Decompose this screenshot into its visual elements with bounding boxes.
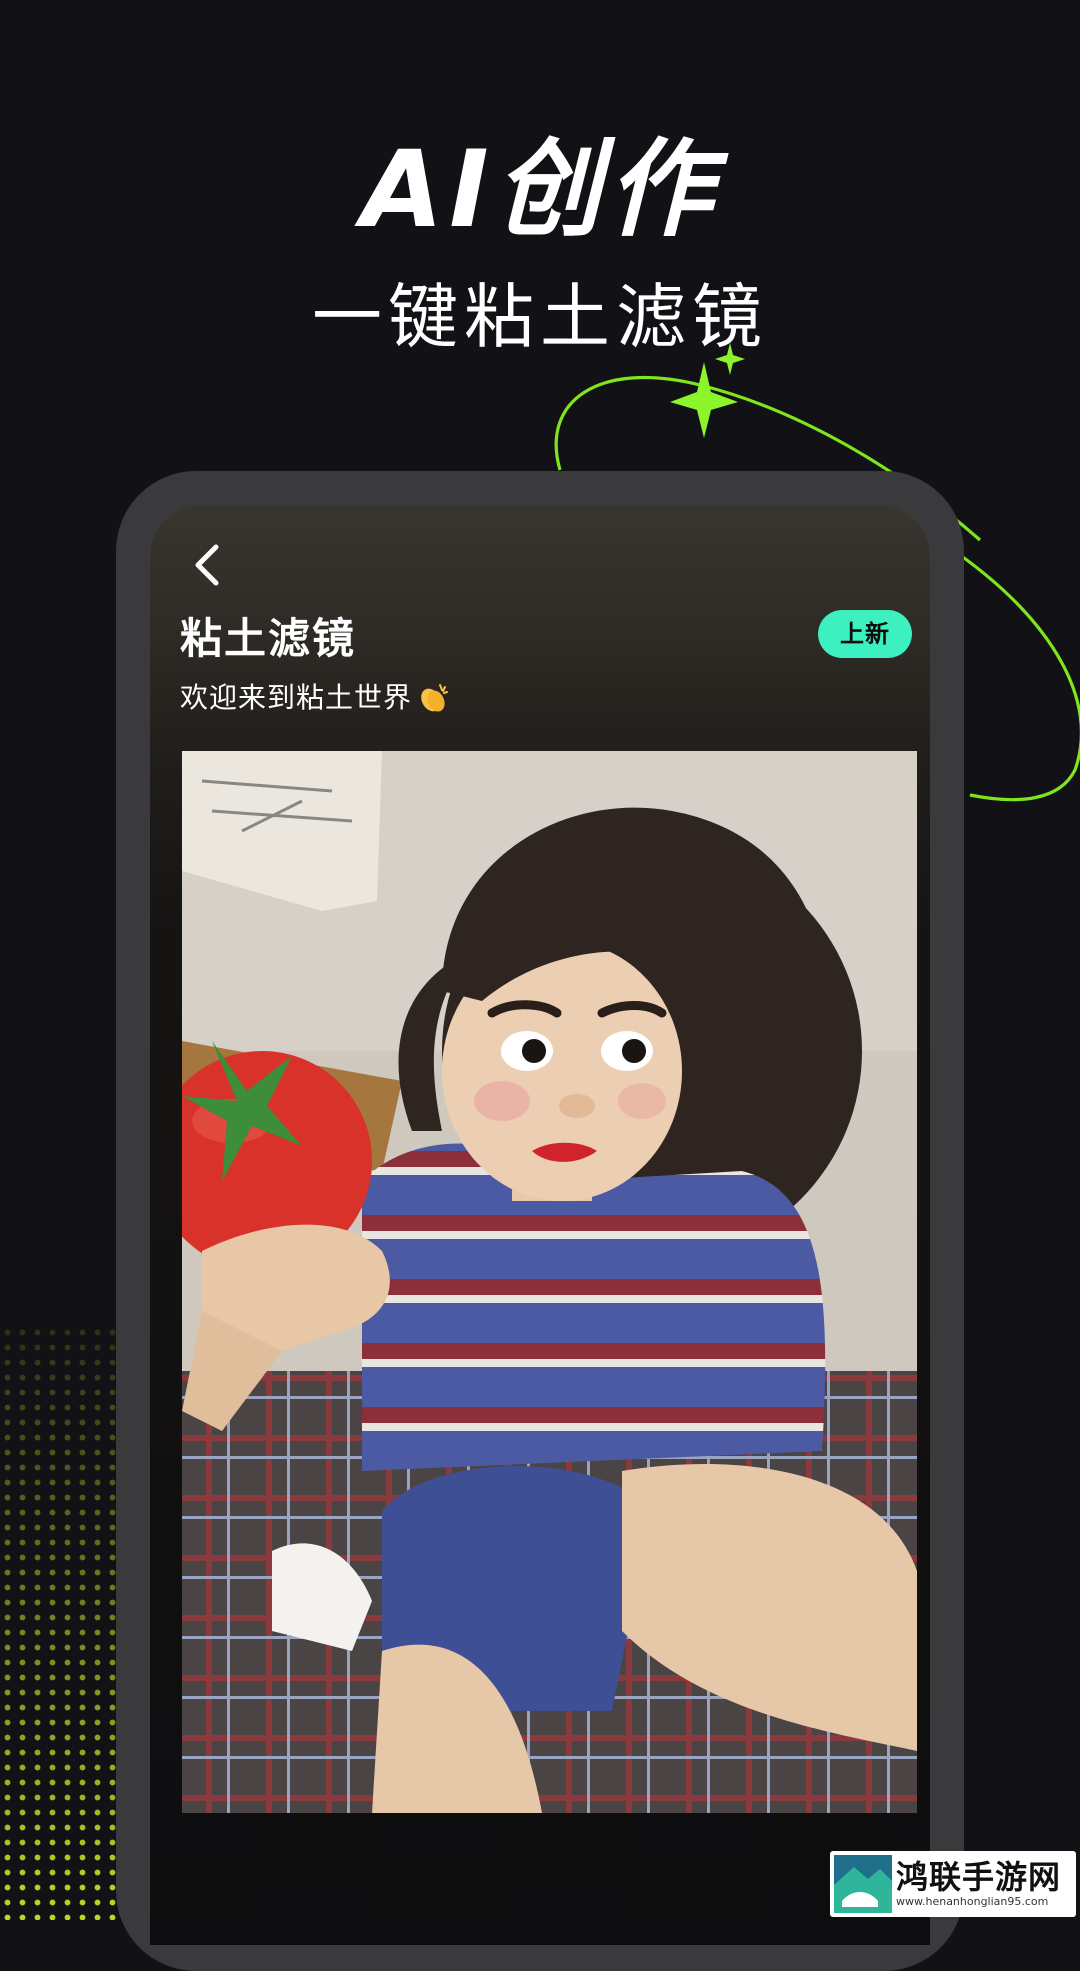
watermark: 鸿联手游网 www.henanhonglian95.com [830, 1851, 1076, 1917]
clay-photo-image [182, 751, 917, 1813]
watermark-url: www.henanhonglian95.com [896, 1895, 1049, 1908]
subtitle-text: 欢迎来到粘土世界 [180, 681, 413, 714]
promo-subline: 一键粘土滤镜 [312, 276, 768, 358]
new-badge: 上新 [818, 610, 912, 658]
back-button[interactable] [178, 535, 238, 595]
promo-headline: AI创作 [361, 128, 719, 251]
welcome-subtitle: 欢迎来到粘土世界 [180, 673, 450, 723]
clapping-hands-icon [421, 684, 449, 712]
watermark-logo-icon [834, 1855, 892, 1913]
chevron-left-icon [195, 544, 219, 586]
dot-pattern-decoration [0, 1325, 118, 1920]
page-title: 粘土滤镜 [180, 614, 357, 663]
watermark-name: 鸿联手游网 [896, 1858, 1062, 1896]
clay-photo[interactable] [182, 751, 917, 1813]
